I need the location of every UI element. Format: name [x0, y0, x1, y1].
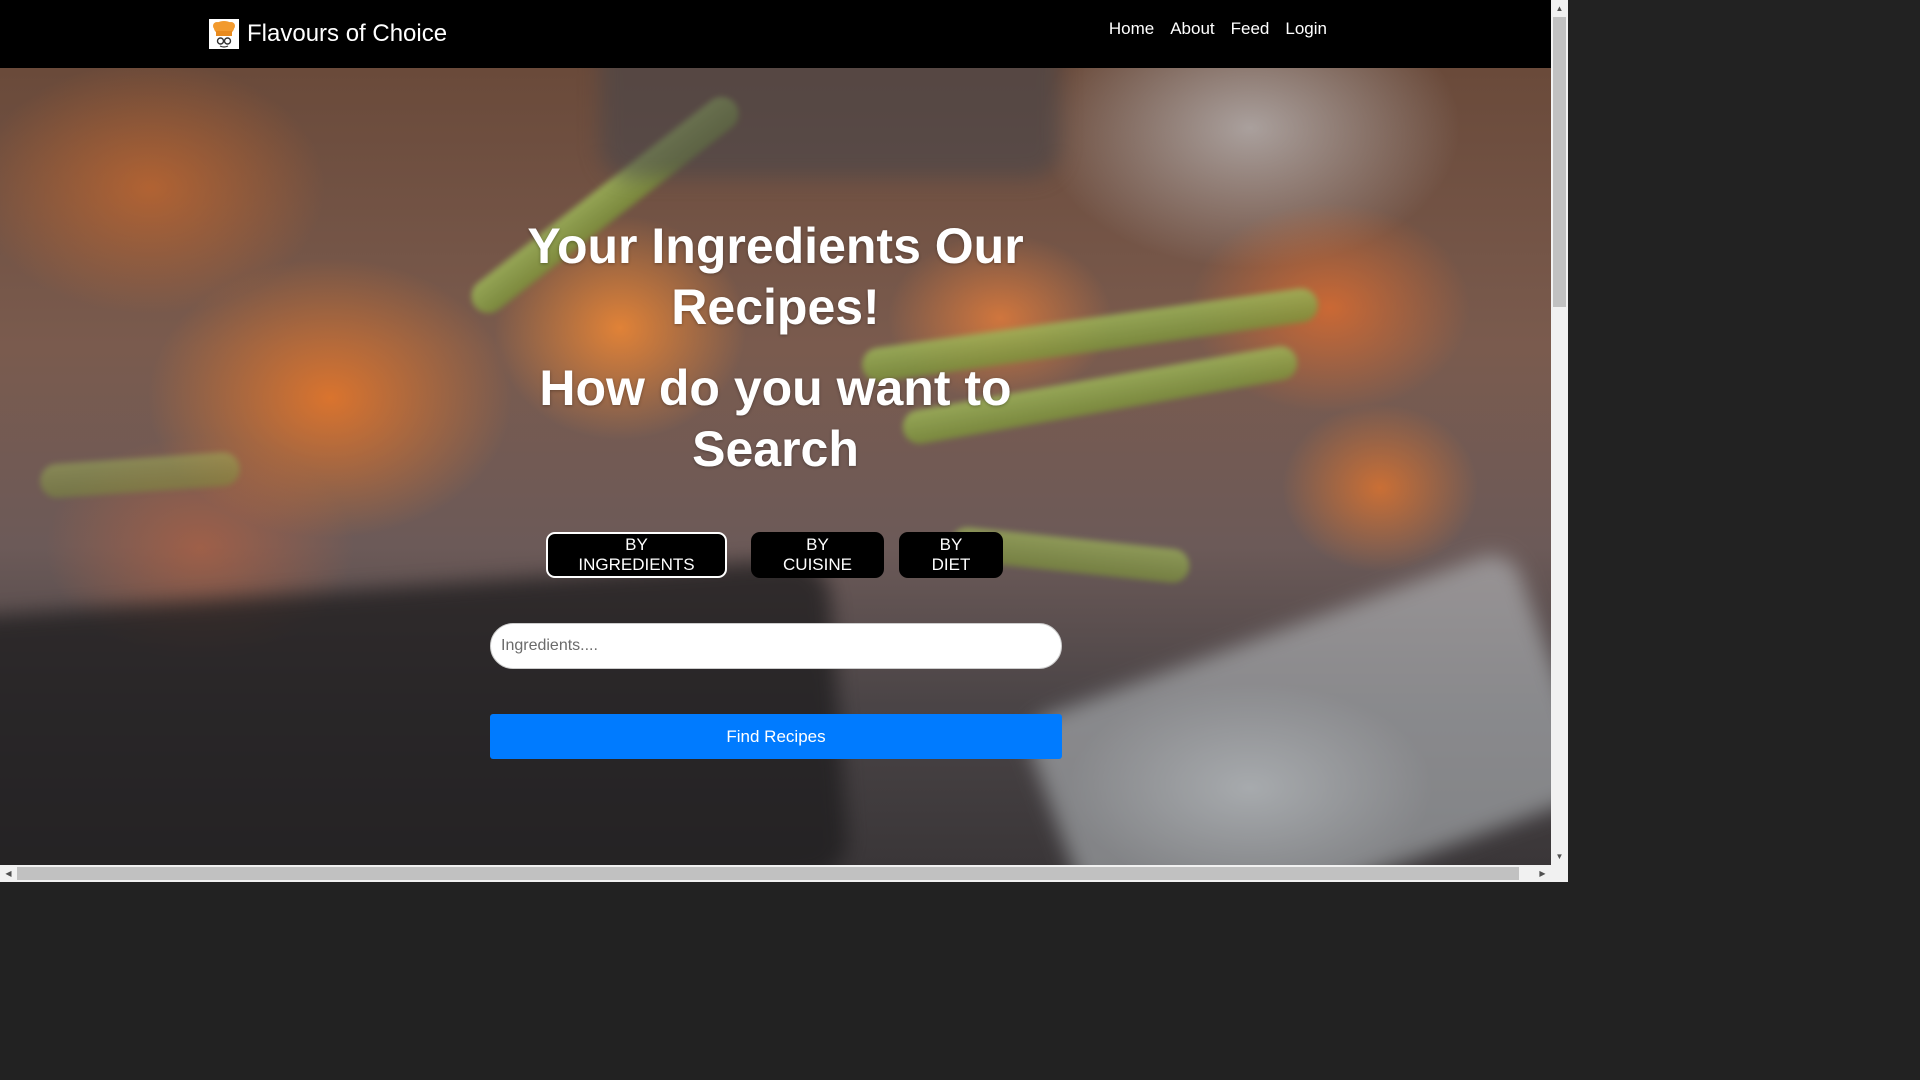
- page: Flavours of Choice Home About Feed Login…: [0, 0, 1568, 882]
- brand-link[interactable]: Flavours of Choice: [209, 15, 447, 53]
- scroll-up-arrow-icon[interactable]: ▲: [1551, 0, 1568, 17]
- navbar: Flavours of Choice Home About Feed Login: [0, 0, 1551, 68]
- scroll-down-arrow-icon[interactable]: ▼: [1551, 848, 1568, 865]
- tab-by-cuisine[interactable]: BY CUISINE: [751, 532, 884, 578]
- chef-icon: [209, 19, 239, 49]
- vertical-scrollbar[interactable]: ▲ ▼: [1551, 0, 1568, 865]
- find-recipes-button[interactable]: Find Recipes: [490, 714, 1062, 759]
- horizontal-scrollbar-thumb[interactable]: [17, 867, 1519, 880]
- horizontal-scrollbar[interactable]: ◀ ▶: [0, 865, 1568, 882]
- hero-subtitle: How do you want to Search: [539, 360, 1012, 477]
- tab-by-ingredients[interactable]: BY INGREDIENTS: [546, 532, 727, 578]
- scroll-right-arrow-icon[interactable]: ▶: [1534, 865, 1551, 882]
- nav-link-home[interactable]: Home: [1101, 18, 1162, 40]
- hero-section: Your Ingredients Our Recipes! How do you…: [0, 68, 1551, 865]
- scroll-left-arrow-icon[interactable]: ◀: [0, 865, 17, 882]
- ingredients-search-input[interactable]: [490, 623, 1062, 669]
- search-mode-tabs: BY INGREDIENTS BY CUISINE BY DIET: [546, 532, 1003, 578]
- nav-links: Home About Feed Login: [1101, 18, 1335, 40]
- nav-link-login[interactable]: Login: [1277, 18, 1335, 40]
- hero-title: Your Ingredients Our Recipes!: [527, 218, 1024, 335]
- tab-by-diet[interactable]: BY DIET: [899, 532, 1003, 578]
- brand-name: Flavours of Choice: [247, 20, 448, 47]
- vertical-scrollbar-thumb[interactable]: [1553, 17, 1566, 307]
- nav-link-about[interactable]: About: [1162, 18, 1222, 40]
- hero-content: Your Ingredients Our Recipes! How do you…: [0, 68, 1551, 865]
- nav-link-feed[interactable]: Feed: [1223, 18, 1278, 40]
